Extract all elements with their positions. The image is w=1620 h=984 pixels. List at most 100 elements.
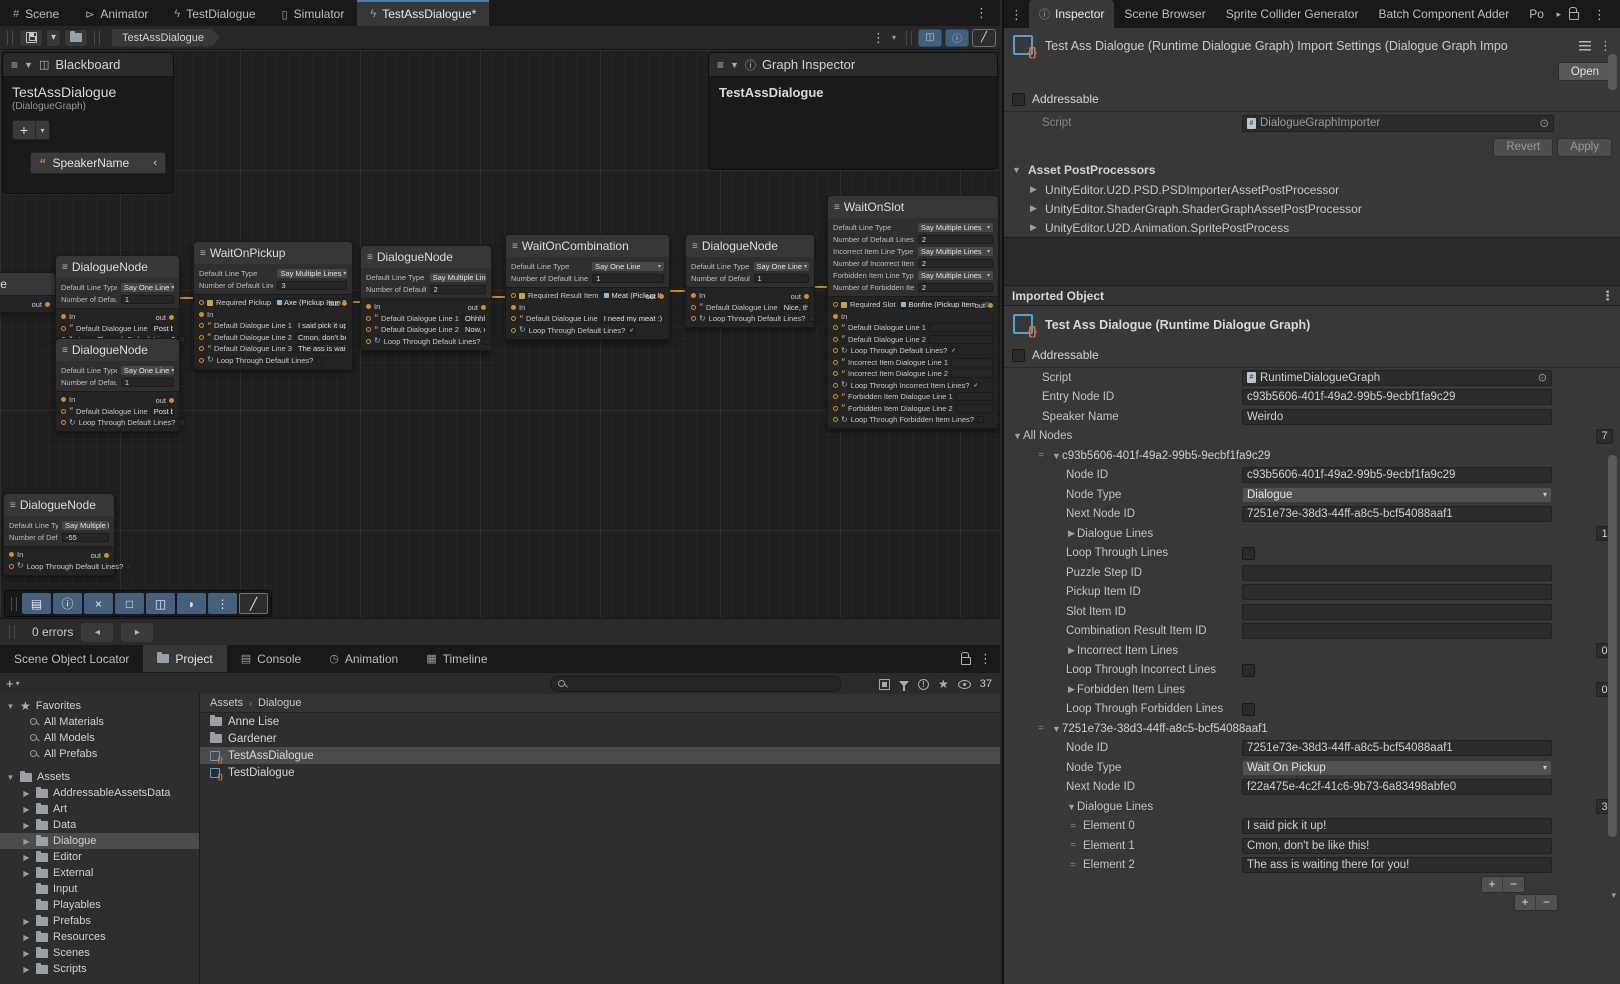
node-field-default-line-type[interactable]: Default Line TypeSay Multiple Lines xyxy=(833,222,993,232)
toolbar-drag-handle[interactable] xyxy=(9,625,15,639)
property-row-dialogue-lines[interactable]: ▼Dialogue Lines3 xyxy=(1004,797,1620,817)
field-input[interactable]: 2 xyxy=(918,259,993,268)
package-filter-icon[interactable] xyxy=(879,679,890,690)
create-asset-dropdown[interactable]: ▾ xyxy=(16,679,20,688)
chevron-down-icon[interactable]: ▾ xyxy=(892,33,896,42)
node-field-number-of-default-lines[interactable]: Number of Default Lines2 xyxy=(366,284,486,294)
addressable-checkbox[interactable] xyxy=(1012,349,1025,362)
favorite-item-all-models[interactable]: All Models xyxy=(0,730,199,746)
node-port-default-dialogue-line[interactable]: “Default Dialogue LineNice, that's it xyxy=(691,303,809,312)
remove-element-button[interactable]: − xyxy=(1536,895,1557,910)
node-field-default-line-type[interactable]: Default Line TypeSay One Line xyxy=(691,261,809,271)
port-text-field[interactable] xyxy=(951,369,993,378)
list-button[interactable]: ▤ xyxy=(22,593,51,614)
property-text-field[interactable] xyxy=(1242,584,1552,600)
object-picker-icon[interactable]: ⊙ xyxy=(1539,116,1549,130)
port-text-field[interactable] xyxy=(956,404,993,413)
property-object-field[interactable]: #RuntimeDialogueGraph⊙ xyxy=(1242,370,1552,386)
port-checkbox[interactable] xyxy=(316,357,323,364)
node-port-loop-through-default-lines[interactable]: ↻Loop Through Default Lines? xyxy=(9,562,109,571)
chevron-left-icon[interactable]: ‹ xyxy=(153,157,157,169)
object-picker-icon[interactable]: ⊙ xyxy=(1538,371,1547,384)
blackboard-panel[interactable]: ≡ ▼ ◫ Blackboard TestAssDialogue (Dialog… xyxy=(2,52,174,194)
field-input[interactable]: 1 xyxy=(592,274,664,283)
add-variable-button[interactable]: + xyxy=(12,120,36,140)
foldout-open-icon[interactable]: ▼ xyxy=(1012,431,1023,441)
tools-button[interactable]: × xyxy=(84,593,113,614)
toolbar-drag-handle[interactable] xyxy=(11,597,17,611)
property-text-field[interactable]: c93b5606-401f-49a2-99b5-9ecbf1fa9c29 xyxy=(1242,467,1552,483)
port-text-field[interactable]: Cmon, don't be like this! xyxy=(295,333,347,342)
node-port-loop-through-forbidden-item-lines[interactable]: ↻Loop Through Forbidden Item Lines? xyxy=(833,415,993,424)
property-row-pickup-item-id[interactable]: Pickup Item ID xyxy=(1004,583,1620,603)
port-checkbox[interactable] xyxy=(126,563,133,570)
scrollbar-thumb[interactable] xyxy=(1608,54,1617,90)
tree-folder-resources[interactable]: ▶Resources xyxy=(0,929,199,945)
lock-icon[interactable] xyxy=(961,657,971,665)
property-row-combination-result-item-id[interactable]: Combination Result Item ID xyxy=(1004,622,1620,642)
property-row-loop-through-forbidden-lines[interactable]: Loop Through Forbidden Lines xyxy=(1004,700,1620,720)
panel-more-icon[interactable]: ⋮ xyxy=(979,652,992,665)
more-button[interactable]: ⋮ xyxy=(208,593,237,614)
tab-scroll-right-icon[interactable]: ▸ xyxy=(1556,9,1561,20)
property-text-field[interactable]: c93b5606-401f-49a2-99b5-9ecbf1fa9c29 xyxy=(1242,389,1552,405)
node-port-forbidden-item-dialogue-line-1[interactable]: “Forbidden Item Dialogue Line 1 xyxy=(833,392,993,401)
node-port-required-result-item[interactable]: Required Result ItemMeat (Pickup Item Da… xyxy=(511,291,664,300)
property-text-field[interactable]: 7251e73e-38d3-44ff-a8c5-bcf54088aaf1 xyxy=(1242,506,1552,522)
collapse-icon[interactable]: ▼ xyxy=(24,60,33,70)
favorite-search-icon[interactable]: ★ xyxy=(938,677,949,691)
graph-inspector-panel[interactable]: ≡ ▼ ⓘ Graph Inspector TestAssDialogue xyxy=(708,52,998,170)
property-text-field[interactable] xyxy=(1242,604,1552,620)
tree-folder-external[interactable]: ▶External xyxy=(0,865,199,881)
field-dropdown[interactable]: Say Multiple Lines xyxy=(918,247,993,256)
inspector-tabbar-more-icon[interactable]: ⋮ xyxy=(1004,8,1029,21)
property-row-loop-through-incorrect-lines[interactable]: Loop Through Incorrect Lines xyxy=(1004,661,1620,681)
tree-folder-data[interactable]: ▶Data xyxy=(0,817,199,833)
node-port-loop-through-default-lines[interactable]: ↻Loop Through Default Lines?✓ xyxy=(833,346,993,355)
property-text-field[interactable]: Weirdo xyxy=(1242,409,1552,425)
toggle-graph-inspector-button[interactable]: ⓘ xyxy=(945,29,969,47)
property-dropdown[interactable]: Dialogue xyxy=(1242,487,1552,503)
previous-error-button[interactable]: ◂ xyxy=(81,623,113,642)
bottom-tab-console[interactable]: ▤Console xyxy=(227,645,315,672)
node-field-number-of-incorrect-item-lines[interactable]: Number of Incorrect Item Lines2 xyxy=(833,258,993,268)
tree-folder-input[interactable]: Input xyxy=(0,881,199,897)
property-text-field[interactable]: I said pick it up! xyxy=(1242,818,1552,834)
output-port[interactable]: out xyxy=(156,396,174,405)
node-port-required-pickup[interactable]: Required PickupAxe (Pickup Item Data)⊙ xyxy=(199,298,347,307)
save-options-button[interactable]: ▾ xyxy=(46,29,61,47)
graph-node-waitonpickup[interactable]: ≡WaitOnPickup Default Line TypeSay Multip… xyxy=(193,241,353,370)
next-error-button[interactable]: ▸ xyxy=(121,623,153,642)
port-text-field[interactable]: I said pick it up! xyxy=(295,321,347,330)
inspector-tab-scene-browser[interactable]: Scene Browser xyxy=(1114,0,1215,28)
bottom-tab-scene-object-locator[interactable]: Scene Object Locator xyxy=(0,645,143,672)
apply-button[interactable]: Apply xyxy=(1557,138,1612,157)
node-title-bar[interactable]: ≡DialogueNode xyxy=(56,339,179,361)
property-row-element-0[interactable]: =Element 0I said pick it up! xyxy=(1004,817,1620,837)
property-checkbox[interactable] xyxy=(1242,664,1255,677)
create-asset-button[interactable]: + xyxy=(6,676,14,691)
field-dropdown[interactable]: Say Multiple Lines xyxy=(918,271,993,280)
foldout-open-icon[interactable]: ▼ xyxy=(1051,451,1062,461)
port-text-field[interactable]: Post boy...W xyxy=(151,407,174,416)
property-text-field[interactable] xyxy=(1242,623,1552,639)
node-title-bar[interactable]: ≡WaitOnPickup xyxy=(194,242,352,264)
asset-testassdialogue[interactable]: TestAssDialogue xyxy=(200,747,1000,764)
inspector-more-icon[interactable]: ⋮ xyxy=(1587,8,1612,21)
node-title-bar[interactable]: ≡WaitOnCombination xyxy=(506,235,669,257)
property-row-element-1[interactable]: =Element 1Cmon, don't be like this! xyxy=(1004,836,1620,856)
node-field-number-of-default-lines[interactable]: Number of Default Lines2 xyxy=(833,234,993,244)
graph-node-waitoncombination[interactable]: ≡WaitOnCombinationDefault Line TypeSay O… xyxy=(505,234,670,340)
field-input[interactable]: -55 xyxy=(62,533,109,542)
node-field-default-line-type[interactable]: Default Line TypeSay Multiple Lines xyxy=(199,268,347,278)
lock-icon[interactable] xyxy=(1569,12,1579,20)
property-row-speaker-name[interactable]: Speaker NameWeirdo xyxy=(1004,407,1620,427)
alert-filter-icon[interactable]: ! xyxy=(918,679,929,690)
foldout-closed-icon[interactable]: ▶ xyxy=(1066,684,1077,695)
node-port-required-slot[interactable]: Required SlotBonfire (Pickup Item⊙ xyxy=(833,300,993,309)
imported-object-more-icon[interactable]: ⋮ xyxy=(1601,289,1614,302)
field-dropdown[interactable]: Say One Line xyxy=(592,262,664,271)
property-row-all-nodes[interactable]: ▼All Nodes7 xyxy=(1004,427,1620,447)
property-row-next-node-id[interactable]: Next Node ID7251e73e-38d3-44ff-a8c5-bcf5… xyxy=(1004,505,1620,525)
node-field-number-of-default-lines[interactable]: Number of Default Lines1 xyxy=(61,294,174,304)
